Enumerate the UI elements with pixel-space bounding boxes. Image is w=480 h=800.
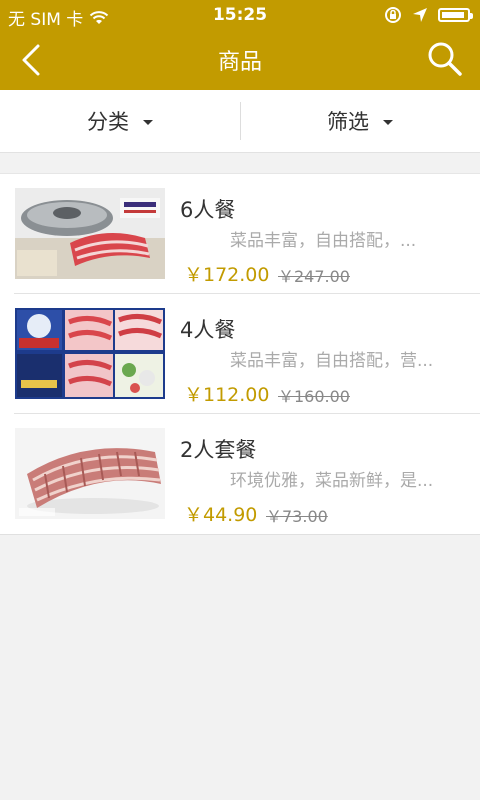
status-bar: 无 SIM 卡 15:25: [0, 0, 480, 30]
product-description: 环境优雅，菜品新鲜，是...: [230, 471, 434, 491]
category-label: 分类: [87, 110, 129, 134]
filter-bar: 分类 筛选: [0, 90, 480, 153]
product-name: 4人餐: [180, 318, 236, 342]
product-original-price: ￥247.00: [278, 267, 350, 286]
product-image: [15, 308, 165, 399]
product-original-price: ￥73.00: [266, 507, 328, 526]
filter-label: 筛选: [327, 110, 369, 134]
product-image: [15, 428, 165, 519]
caret-down-icon: [143, 119, 153, 125]
product-description: 菜品丰富，自由搭配，营...: [230, 351, 434, 371]
product-item[interactable]: 2人套餐 环境优雅，菜品新鲜，是... ￥44.90 ￥73.00: [0, 414, 480, 534]
page-title: 商品: [217, 50, 262, 75]
caret-down-icon: [383, 119, 393, 125]
rotation-lock-icon: [385, 7, 401, 23]
product-name: 2人套餐: [180, 438, 257, 462]
product-list: 6人餐 菜品丰富，自由搭配，... ￥172.00 ￥247.00 4人餐 菜品…: [0, 173, 480, 535]
battery-fill: [442, 12, 464, 18]
product-image: [15, 188, 165, 279]
location-arrow-icon: [413, 8, 427, 22]
battery-icon: [438, 8, 473, 22]
nav-bar: 商品: [0, 30, 480, 90]
product-original-price: ￥160.00: [278, 387, 350, 406]
status-right: [384, 6, 473, 24]
app-header: 无 SIM 卡 15:25 商品: [0, 0, 480, 90]
product-price: ￥44.90: [184, 504, 258, 526]
product-price: ￥112.00: [184, 384, 270, 406]
product-description: 菜品丰富，自由搭配，...: [230, 231, 417, 251]
product-item[interactable]: 6人餐 菜品丰富，自由搭配，... ￥172.00 ￥247.00: [0, 174, 480, 294]
product-name: 6人餐: [180, 198, 236, 222]
filter-dropdown[interactable]: 筛选: [240, 90, 480, 152]
product-price: ￥172.00: [184, 264, 270, 286]
product-item[interactable]: 4人餐 菜品丰富，自由搭配，营... ￥112.00 ￥160.00: [0, 294, 480, 414]
category-dropdown[interactable]: 分类: [0, 90, 240, 152]
search-button[interactable]: [426, 40, 464, 78]
